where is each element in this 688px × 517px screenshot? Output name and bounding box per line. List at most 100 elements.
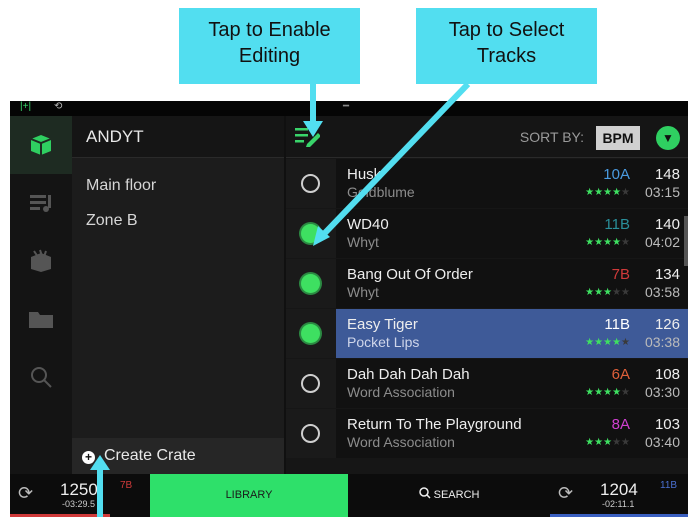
track-select-cell[interactable] — [286, 159, 336, 208]
right-deck-info[interactable]: ⟳ 1204 -02:11.1 11B — [550, 474, 688, 517]
left-deck-time: -03:29.5 — [62, 499, 96, 509]
track-duration: 03:58 — [644, 284, 680, 300]
track-info[interactable]: Husk Goldblume 10A 148 03:15 ★★★★★ — [336, 159, 688, 208]
select-radio-icon[interactable] — [301, 324, 320, 343]
track-key: 10A — [603, 166, 630, 183]
bottom-bar: ⟳ 1250 -03:29.5 7B LIBRARY SEARCH ⟳ 1204… — [10, 474, 688, 517]
sort-by-select[interactable]: BPM — [596, 126, 640, 150]
sync-icon[interactable]: ⟳ — [18, 483, 33, 504]
track-bpm: 134 — [654, 266, 680, 283]
nav-library-box-icon[interactable] — [10, 232, 72, 290]
nav-folder-icon[interactable] — [10, 290, 72, 348]
track-info[interactable]: Return To The Playground Word Association… — [336, 409, 688, 458]
track-row[interactable]: Bang Out Of Order Whyt 7B 134 03:58 ★★★★★ — [286, 259, 688, 308]
track-title: Husk — [347, 166, 382, 183]
track-row[interactable]: Easy Tiger Pocket Lips 11B 126 03:38 ★★★★★ — [286, 309, 688, 358]
nav-crates-icon[interactable] — [10, 116, 72, 174]
track-title: Easy Tiger — [347, 316, 418, 333]
sync-icon[interactable]: ⟳ — [558, 483, 573, 504]
nav-playlist-icon[interactable] — [10, 174, 72, 232]
track-row[interactable]: Dah Dah Dah Dah Word Association 6A 108 03:3… — [286, 359, 688, 408]
star-icon: ★ — [603, 437, 613, 448]
rating-stars: ★★★★★ — [585, 337, 630, 348]
rating-stars: ★★★★★ — [585, 187, 630, 198]
callout-select-line1: Tap to Select — [448, 19, 565, 41]
rating-stars: ★★★★★ — [585, 387, 630, 398]
star-icon: ★ — [603, 237, 613, 248]
crates-title: ANDYT — [72, 116, 284, 158]
select-radio-icon[interactable] — [301, 374, 320, 393]
track-duration: 03:30 — [644, 384, 680, 400]
track-row[interactable]: WD40 Whyt 11B 140 04:02 ★★★★★ — [286, 209, 688, 258]
crate-item-zone-b[interactable]: Zone B — [86, 212, 138, 230]
track-bpm: 103 — [654, 416, 680, 433]
deck-link-icon: |+| — [20, 101, 32, 112]
track-select-cell[interactable] — [286, 409, 336, 458]
rating-stars: ★★★★★ — [585, 237, 630, 248]
track-artist: Whyt — [347, 234, 379, 250]
star-icon: ★ — [612, 237, 622, 248]
track-row[interactable]: Husk Goldblume 10A 148 03:15 ★★★★★ — [286, 159, 688, 208]
drag-handle-icon[interactable]: ━ — [343, 101, 349, 112]
library-button[interactable]: LIBRARY — [150, 474, 348, 517]
star-icon: ★ — [621, 437, 630, 448]
plus-icon: + — [82, 451, 95, 464]
track-key: 11B — [604, 316, 630, 333]
track-row[interactable]: Return To The Playground Word Association… — [286, 409, 688, 458]
star-icon: ★ — [594, 187, 604, 198]
star-icon: ★ — [585, 337, 595, 348]
left-deck-info[interactable]: ⟳ 1250 -03:29.5 7B — [10, 474, 150, 517]
track-duration: 03:38 — [644, 334, 680, 350]
create-crate-label: Create Crate — [104, 447, 196, 464]
rating-stars: ★★★★★ — [585, 437, 630, 448]
select-radio-icon[interactable] — [301, 424, 320, 443]
right-deck-time: -02:11.1 — [602, 499, 635, 509]
track-info[interactable]: Dah Dah Dah Dah Word Association 6A 108 03:3… — [336, 359, 688, 408]
star-icon: ★ — [585, 187, 595, 198]
track-artist: Whyt — [347, 284, 379, 300]
track-select-cell[interactable] — [286, 259, 336, 308]
star-icon: ★ — [594, 287, 604, 298]
star-icon: ★ — [585, 387, 595, 398]
track-artist: Pocket Lips — [347, 334, 420, 350]
loop-icon: ⟲ — [54, 101, 63, 112]
left-deck-key: 7B — [120, 480, 133, 491]
search-button[interactable]: SEARCH — [348, 474, 550, 517]
track-info[interactable]: WD40 Whyt 11B 140 04:02 ★★★★★ — [336, 209, 688, 258]
rating-stars: ★★★★★ — [585, 287, 630, 298]
star-icon: ★ — [612, 337, 622, 348]
track-title: Return To The Playground — [347, 416, 522, 433]
create-crate-button[interactable]: + Create Crate — [72, 438, 284, 474]
track-select-cell[interactable] — [286, 209, 336, 258]
nav-search-icon[interactable] — [10, 348, 72, 406]
star-icon: ★ — [612, 387, 622, 398]
track-duration: 04:02 — [644, 234, 680, 250]
track-select-cell[interactable] — [286, 359, 336, 408]
track-title: Bang Out Of Order — [347, 266, 473, 283]
star-icon: ★ — [612, 187, 622, 198]
star-icon: ★ — [585, 287, 595, 298]
crates-panel: ANDYT Main floor Zone B + Create Crate — [72, 116, 284, 474]
crate-item-main-floor[interactable]: Main floor — [86, 177, 156, 195]
star-icon: ★ — [603, 187, 613, 198]
edit-list-icon[interactable] — [294, 125, 321, 153]
left-nav — [10, 116, 72, 474]
track-title: WD40 — [347, 216, 389, 233]
select-radio-icon[interactable] — [301, 224, 320, 243]
select-radio-icon[interactable] — [301, 274, 320, 293]
track-list-scrollbar[interactable] — [684, 216, 688, 266]
chevron-down-icon[interactable]: ▼ — [656, 126, 680, 150]
callout-enable-editing: Tap to Enable Editing — [179, 8, 360, 84]
track-key: 8A — [611, 416, 630, 433]
star-icon: ★ — [594, 337, 604, 348]
track-artist: Word Association — [347, 434, 455, 450]
star-icon: ★ — [603, 287, 613, 298]
select-radio-icon[interactable] — [301, 174, 320, 193]
track-select-cell[interactable] — [286, 309, 336, 358]
track-info[interactable]: Easy Tiger Pocket Lips 11B 126 03:38 ★★★★★ — [336, 309, 688, 358]
star-icon: ★ — [612, 287, 622, 298]
track-info[interactable]: Bang Out Of Order Whyt 7B 134 03:58 ★★★★★ — [336, 259, 688, 308]
search-icon — [418, 487, 434, 501]
star-icon: ★ — [621, 387, 630, 398]
right-deck-key: 11B — [660, 480, 678, 491]
